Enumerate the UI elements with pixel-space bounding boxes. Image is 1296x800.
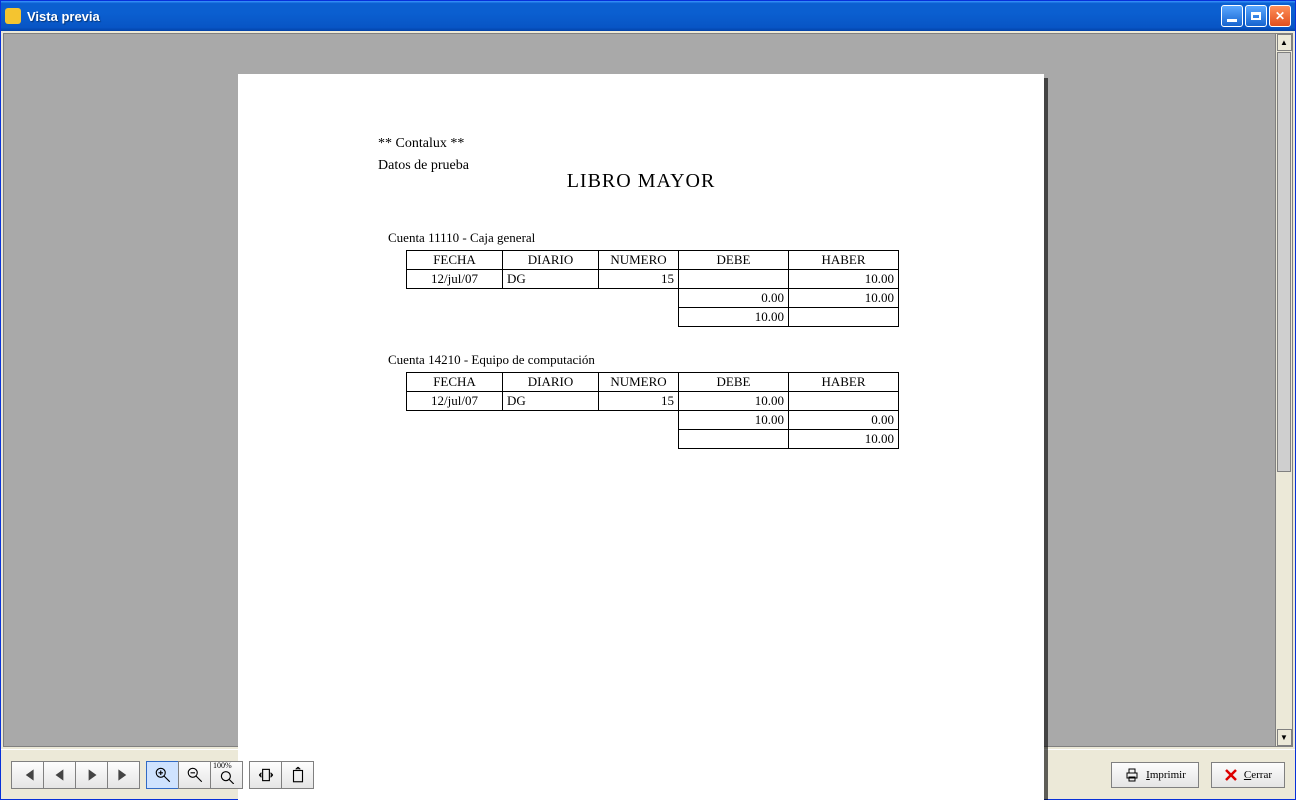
close-button[interactable]: CCerrarerrar — [1211, 762, 1285, 788]
table-row: 12/jul/07 DG 15 10.00 — [407, 392, 899, 411]
scroll-thumb[interactable] — [1277, 52, 1291, 472]
window-buttons — [1221, 5, 1291, 27]
zoom-100-label: 100% — [213, 761, 232, 770]
cell-subtotal-debe: 10.00 — [679, 411, 789, 430]
fit-width-button[interactable] — [249, 761, 282, 789]
next-page-icon — [83, 766, 101, 784]
close-window-button[interactable] — [1269, 5, 1291, 27]
report-app-name: ** Contalux ** — [378, 136, 469, 152]
zoom-in-icon — [154, 766, 172, 784]
print-button[interactable]: IImprimirmprimir — [1111, 762, 1199, 788]
prev-page-button[interactable] — [43, 761, 76, 789]
client-area: ** Contalux ** Datos de prueba LIBRO MAY… — [1, 31, 1295, 799]
col-numero: NUMERO — [599, 251, 679, 270]
fit-page-button[interactable] — [281, 761, 314, 789]
col-numero: NUMERO — [599, 373, 679, 392]
first-page-icon — [19, 766, 37, 784]
col-fecha: FECHA — [407, 373, 503, 392]
titlebar[interactable]: Vista previa — [1, 1, 1295, 31]
vertical-scrollbar[interactable]: ▲ ▼ — [1275, 34, 1292, 746]
report-title: LIBRO MAYOR — [238, 170, 1044, 193]
cell-numero: 15 — [599, 270, 679, 289]
last-page-button[interactable] — [107, 761, 140, 789]
fit-width-icon — [257, 766, 275, 784]
zoom-group: 100% — [146, 761, 243, 789]
col-debe: DEBE — [679, 373, 789, 392]
account-header: Cuenta 14210 - Equipo de computación — [388, 352, 899, 368]
cell-balance-haber — [789, 308, 899, 327]
window-frame: Vista previa ** Contalux ** Datos de pru… — [0, 0, 1296, 800]
cell-debe — [679, 270, 789, 289]
ledger-table: FECHA DIARIO NUMERO DEBE HABER 12/jul/07… — [406, 250, 899, 327]
col-diario: DIARIO — [503, 373, 599, 392]
cell-subtotal-haber: 10.00 — [789, 289, 899, 308]
scroll-down-button[interactable]: ▼ — [1277, 729, 1292, 746]
account-block: Cuenta 11110 - Caja general FECHA DIARIO… — [388, 230, 899, 327]
fit-group — [249, 761, 314, 789]
balance-row: 10.00 — [407, 430, 899, 449]
zoom-out-icon — [186, 766, 204, 784]
cell-fecha: 12/jul/07 — [407, 392, 503, 411]
cell-balance-debe — [679, 430, 789, 449]
cell-subtotal-haber: 0.00 — [789, 411, 899, 430]
last-page-icon — [115, 766, 133, 784]
ledger-table: FECHA DIARIO NUMERO DEBE HABER 12/jul/07… — [406, 372, 899, 449]
cell-debe: 10.00 — [679, 392, 789, 411]
preview-viewport[interactable]: ** Contalux ** Datos de prueba LIBRO MAY… — [3, 33, 1293, 747]
balance-row: 10.00 — [407, 308, 899, 327]
maximize-button[interactable] — [1245, 5, 1267, 27]
window-title: Vista previa — [27, 9, 1221, 24]
col-fecha: FECHA — [407, 251, 503, 270]
close-icon — [1224, 768, 1238, 782]
table-header-row: FECHA DIARIO NUMERO DEBE HABER — [407, 373, 899, 392]
cell-haber: 10.00 — [789, 270, 899, 289]
subtotal-row: 10.00 0.00 — [407, 411, 899, 430]
scroll-up-button[interactable]: ▲ — [1277, 34, 1292, 51]
col-haber: HABER — [789, 373, 899, 392]
col-haber: HABER — [789, 251, 899, 270]
cell-balance-debe: 10.00 — [679, 308, 789, 327]
app-icon — [5, 8, 21, 24]
report-page: ** Contalux ** Datos de prueba LIBRO MAY… — [238, 74, 1044, 800]
table-row: 12/jul/07 DG 15 10.00 — [407, 270, 899, 289]
zoom-100-button[interactable]: 100% — [210, 761, 243, 789]
col-diario: DIARIO — [503, 251, 599, 270]
account-block: Cuenta 14210 - Equipo de computación FEC… — [388, 352, 899, 449]
zoom-in-button[interactable] — [146, 761, 179, 789]
cell-balance-haber: 10.00 — [789, 430, 899, 449]
cell-haber — [789, 392, 899, 411]
col-debe: DEBE — [679, 251, 789, 270]
minimize-button[interactable] — [1221, 5, 1243, 27]
cell-diario: DG — [503, 270, 599, 289]
table-header-row: FECHA DIARIO NUMERO DEBE HABER — [407, 251, 899, 270]
cell-diario: DG — [503, 392, 599, 411]
next-page-button[interactable] — [75, 761, 108, 789]
nav-group — [11, 761, 140, 789]
cell-fecha: 12/jul/07 — [407, 270, 503, 289]
cell-numero: 15 — [599, 392, 679, 411]
account-header: Cuenta 11110 - Caja general — [388, 230, 899, 246]
prev-page-icon — [51, 766, 69, 784]
cell-subtotal-debe: 0.00 — [679, 289, 789, 308]
zoom-out-button[interactable] — [178, 761, 211, 789]
fit-page-icon — [289, 766, 307, 784]
first-page-button[interactable] — [11, 761, 44, 789]
printer-icon — [1124, 767, 1140, 783]
subtotal-row: 0.00 10.00 — [407, 289, 899, 308]
